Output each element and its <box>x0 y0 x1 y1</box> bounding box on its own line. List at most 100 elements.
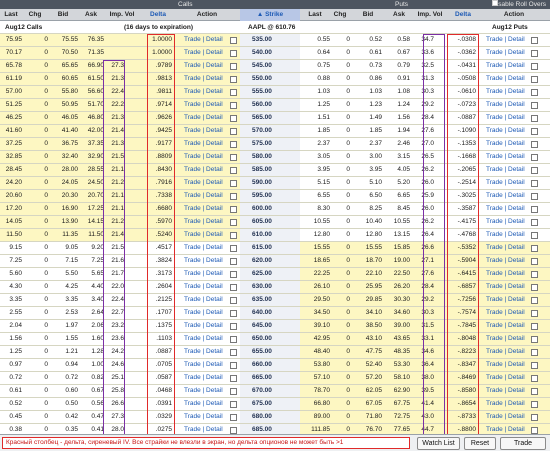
call-trade-detail-link[interactable]: Trade | Detail <box>184 190 223 202</box>
put-select-checkbox[interactable] <box>531 258 538 265</box>
call-select-checkbox[interactable] <box>230 115 237 122</box>
put-trade-detail-link[interactable]: Trade | Detail <box>486 86 525 98</box>
call-trade-detail-link[interactable]: Trade | Detail <box>184 411 223 423</box>
call-select-checkbox[interactable] <box>230 375 237 382</box>
call-trade-detail-link[interactable]: Trade | Detail <box>184 203 223 215</box>
call-trade-detail-link[interactable]: Trade | Detail <box>184 268 223 280</box>
put-trade-detail-link[interactable]: Trade | Detail <box>486 177 525 189</box>
put-select-checkbox[interactable] <box>531 388 538 395</box>
col-call-last[interactable]: Last <box>0 9 22 21</box>
put-trade-detail-link[interactable]: Trade | Detail <box>486 242 525 254</box>
call-trade-detail-link[interactable]: Trade | Detail <box>184 242 223 254</box>
call-select-checkbox[interactable] <box>230 284 237 291</box>
call-select-checkbox[interactable] <box>230 388 237 395</box>
put-select-checkbox[interactable] <box>531 310 538 317</box>
col-call-ask[interactable]: Ask <box>78 9 104 21</box>
watch-list-button[interactable]: Watch List <box>417 437 460 450</box>
call-trade-detail-link[interactable]: Trade | Detail <box>184 151 223 163</box>
put-trade-detail-link[interactable]: Trade | Detail <box>486 307 525 319</box>
put-select-checkbox[interactable] <box>531 375 538 382</box>
call-select-checkbox[interactable] <box>230 193 237 200</box>
call-trade-detail-link[interactable]: Trade | Detail <box>184 320 223 332</box>
put-trade-detail-link[interactable]: Trade | Detail <box>486 138 525 150</box>
put-trade-detail-link[interactable]: Trade | Detail <box>486 372 525 384</box>
call-trade-detail-link[interactable]: Trade | Detail <box>184 86 223 98</box>
call-select-checkbox[interactable] <box>230 37 237 44</box>
col-put-chg[interactable]: Chg <box>330 9 350 21</box>
call-select-checkbox[interactable] <box>230 427 237 434</box>
put-trade-detail-link[interactable]: Trade | Detail <box>486 294 525 306</box>
put-trade-detail-link[interactable]: Trade | Detail <box>486 190 525 202</box>
put-trade-detail-link[interactable]: Trade | Detail <box>486 112 525 124</box>
trade-button[interactable]: Trade <box>500 437 546 450</box>
put-trade-detail-link[interactable]: Trade | Detail <box>486 99 525 111</box>
col-put-delta[interactable]: Delta <box>448 9 478 21</box>
put-select-checkbox[interactable] <box>531 154 538 161</box>
call-select-checkbox[interactable] <box>230 89 237 96</box>
call-select-checkbox[interactable] <box>230 323 237 330</box>
put-select-checkbox[interactable] <box>531 271 538 278</box>
call-select-checkbox[interactable] <box>230 50 237 57</box>
put-trade-detail-link[interactable]: Trade | Detail <box>486 151 525 163</box>
call-trade-detail-link[interactable]: Trade | Detail <box>184 398 223 410</box>
put-trade-detail-link[interactable]: Trade | Detail <box>486 73 525 85</box>
put-select-checkbox[interactable] <box>531 89 538 96</box>
put-select-checkbox[interactable] <box>531 219 538 226</box>
col-put-last[interactable]: Last <box>300 9 330 21</box>
call-trade-detail-link[interactable]: Trade | Detail <box>184 177 223 189</box>
call-select-checkbox[interactable] <box>230 128 237 135</box>
call-trade-detail-link[interactable]: Trade | Detail <box>184 385 223 397</box>
put-select-checkbox[interactable] <box>531 193 538 200</box>
put-trade-detail-link[interactable]: Trade | Detail <box>486 385 525 397</box>
put-select-checkbox[interactable] <box>531 63 538 70</box>
put-trade-detail-link[interactable]: Trade | Detail <box>486 333 525 345</box>
call-select-checkbox[interactable] <box>230 180 237 187</box>
put-select-checkbox[interactable] <box>531 128 538 135</box>
put-trade-detail-link[interactable]: Trade | Detail <box>486 60 525 72</box>
put-select-checkbox[interactable] <box>531 76 538 83</box>
call-select-checkbox[interactable] <box>230 414 237 421</box>
call-trade-detail-link[interactable]: Trade | Detail <box>184 125 223 137</box>
put-select-checkbox[interactable] <box>531 102 538 109</box>
put-select-checkbox[interactable] <box>531 37 538 44</box>
put-trade-detail-link[interactable]: Trade | Detail <box>486 216 525 228</box>
put-trade-detail-link[interactable]: Trade | Detail <box>486 346 525 358</box>
call-trade-detail-link[interactable]: Trade | Detail <box>184 99 223 111</box>
put-trade-detail-link[interactable]: Trade | Detail <box>486 125 525 137</box>
call-trade-detail-link[interactable]: Trade | Detail <box>184 60 223 72</box>
put-select-checkbox[interactable] <box>531 284 538 291</box>
call-trade-detail-link[interactable]: Trade | Detail <box>184 34 223 46</box>
call-select-checkbox[interactable] <box>230 206 237 213</box>
call-select-checkbox[interactable] <box>230 362 237 369</box>
col-call-iv[interactable]: Imp. Vol <box>104 9 140 21</box>
put-trade-detail-link[interactable]: Trade | Detail <box>486 47 525 59</box>
put-trade-detail-link[interactable]: Trade | Detail <box>486 255 525 267</box>
call-trade-detail-link[interactable]: Trade | Detail <box>184 138 223 150</box>
call-trade-detail-link[interactable]: Trade | Detail <box>184 346 223 358</box>
put-trade-detail-link[interactable]: Trade | Detail <box>486 320 525 332</box>
put-select-checkbox[interactable] <box>531 115 538 122</box>
col-strike[interactable]: ▲ Strike <box>240 9 300 21</box>
disable-roll-overs[interactable]: Disable Roll Overs <box>492 0 546 9</box>
put-select-checkbox[interactable] <box>531 336 538 343</box>
call-select-checkbox[interactable] <box>230 154 237 161</box>
call-select-checkbox[interactable] <box>230 297 237 304</box>
call-trade-detail-link[interactable]: Trade | Detail <box>184 255 223 267</box>
call-select-checkbox[interactable] <box>230 310 237 317</box>
put-select-checkbox[interactable] <box>531 427 538 434</box>
put-select-checkbox[interactable] <box>531 50 538 57</box>
put-trade-detail-link[interactable]: Trade | Detail <box>486 164 525 176</box>
put-trade-detail-link[interactable]: Trade | Detail <box>486 359 525 371</box>
col-call-bid[interactable]: Bid <box>48 9 78 21</box>
call-select-checkbox[interactable] <box>230 63 237 70</box>
put-select-checkbox[interactable] <box>531 141 538 148</box>
call-trade-detail-link[interactable]: Trade | Detail <box>184 333 223 345</box>
call-trade-detail-link[interactable]: Trade | Detail <box>184 372 223 384</box>
call-trade-detail-link[interactable]: Trade | Detail <box>184 359 223 371</box>
call-select-checkbox[interactable] <box>230 271 237 278</box>
call-select-checkbox[interactable] <box>230 141 237 148</box>
reset-button[interactable]: Reset <box>464 437 496 450</box>
call-trade-detail-link[interactable]: Trade | Detail <box>184 164 223 176</box>
call-trade-detail-link[interactable]: Trade | Detail <box>184 112 223 124</box>
put-select-checkbox[interactable] <box>531 349 538 356</box>
